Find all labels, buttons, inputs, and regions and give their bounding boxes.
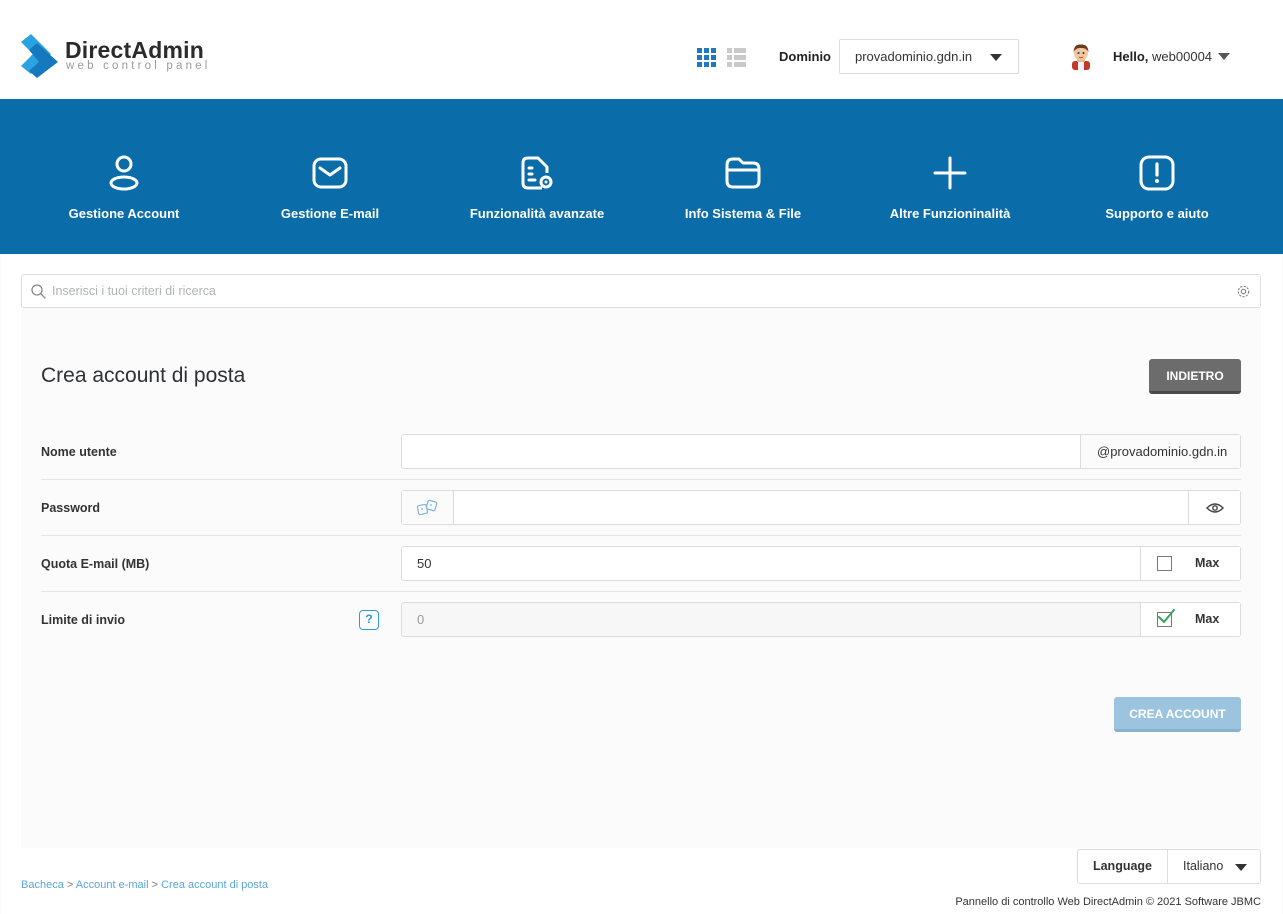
username-text: web00004 [1152,49,1213,64]
language-label: Language [1078,850,1168,883]
username-field-group: @provadominio.gdn.in [401,434,1241,469]
user-icon [109,155,139,191]
username-label: Nome utente [41,445,117,459]
quota-input[interactable] [402,547,1140,580]
send-limit-input [402,603,1140,636]
quota-max-checkbox[interactable] [1157,556,1172,571]
breadcrumb-link[interactable]: Crea account di posta [161,879,268,891]
checkmark-icon [1158,609,1175,623]
envelope-icon [312,157,348,189]
generate-password-button[interactable] [402,491,454,524]
breadcrumb-link[interactable]: Account e-mail [76,879,149,891]
breadcrumb-separator: > [151,879,159,891]
logo-icon [21,34,58,78]
breadcrumb-link[interactable]: Bacheca [21,879,64,891]
file-settings-icon [521,156,553,190]
breadcrumb: Bacheca > Account e-mail > Crea account … [21,879,268,891]
nav-item-label: Funzionalità avanzate [469,206,605,221]
avatar-icon[interactable] [1069,43,1093,70]
grid-view-icon[interactable] [697,48,716,67]
plus-icon [933,156,967,190]
language-value: Italiano [1183,859,1224,873]
send-limit-max-toggle[interactable]: Max [1140,603,1240,636]
footer-copyright: Pannello di controllo Web DirectAdmin © … [955,896,1261,908]
password-label: Password [41,501,101,515]
user-menu[interactable]: Hello, web00004 [1113,49,1212,64]
nav-item-label: Supporto e aiuto [1105,206,1209,221]
quota-label: Quota E-mail (MB) [41,557,150,571]
password-field-group [401,490,1241,525]
breadcrumb-separator: > [66,879,74,891]
domain-select[interactable]: provadominio.gdn.in [839,39,1019,74]
chevron-down-icon[interactable] [1218,53,1230,60]
list-view-icon[interactable] [727,48,746,67]
nav-item-gestione-account[interactable]: Gestione Account [21,99,227,254]
send-limit-label: Limite di invio [41,613,126,627]
alert-icon [1139,155,1175,191]
directadmin-logo[interactable]: DirectAdmin web control panel [21,34,221,78]
top-header: DirectAdmin web control panel Dominio pr… [0,0,1283,99]
nav-item-info-sistema-file[interactable]: Info Sistema & File [640,99,846,254]
quota-row: Quota E-mail (MB) Max [41,536,1241,592]
search-input[interactable] [52,281,1232,301]
send-limit-field-group: Max [401,602,1241,637]
folder-icon [725,157,761,189]
nav-item-altre-funzionalita[interactable]: Altre Funzioninalità [847,99,1053,254]
quota-max-label: Max [1195,556,1220,570]
create-account-button[interactable]: CREA ACCOUNT [1114,697,1241,732]
quota-field-group: Max [401,546,1241,581]
username-row: Nome utente @provadominio.gdn.in [41,424,1241,480]
greeting-text: Hello, [1113,49,1149,64]
back-button[interactable]: INDIETRO [1149,359,1241,394]
chevron-down-icon [1235,864,1247,871]
nav-item-supporto-aiuto[interactable]: Supporto e aiuto [1054,99,1260,254]
language-selector: Language Italiano [1077,849,1261,884]
nav-item-label: Altre Funzioninalità [889,206,1011,221]
password-input[interactable] [454,491,1188,524]
username-input[interactable] [402,435,1080,468]
help-icon[interactable]: ? [359,610,379,630]
domain-select-value: provadominio.gdn.in [855,49,973,64]
nav-item-funzionalita-avanzate[interactable]: Funzionalità avanzate [434,99,640,254]
domain-label: Dominio [779,49,831,64]
search-bar [21,274,1261,308]
page-title: Crea account di posta [41,364,246,387]
eye-icon [1206,503,1224,513]
main-nav: Gestione Account Gestione E-mail Funzion… [0,99,1283,254]
domain-suffix: @provadominio.gdn.in [1080,435,1240,468]
dice-icon [417,499,438,516]
nav-item-label: Info Sistema & File [684,206,802,221]
send-limit-row: Limite di invio ? Max [41,592,1241,648]
password-row: Password [41,480,1241,536]
quota-max-toggle[interactable]: Max [1140,547,1240,580]
send-limit-max-label: Max [1195,612,1220,626]
gear-icon[interactable] [1236,284,1251,299]
nav-item-label: Gestione E-mail [280,206,380,221]
chevron-down-icon [990,54,1002,61]
logo-subtitle: web control panel [66,60,211,72]
nav-item-label: Gestione Account [68,206,180,221]
search-icon [31,284,46,299]
nav-item-gestione-email[interactable]: Gestione E-mail [227,99,433,254]
toggle-password-visibility[interactable] [1188,491,1240,524]
